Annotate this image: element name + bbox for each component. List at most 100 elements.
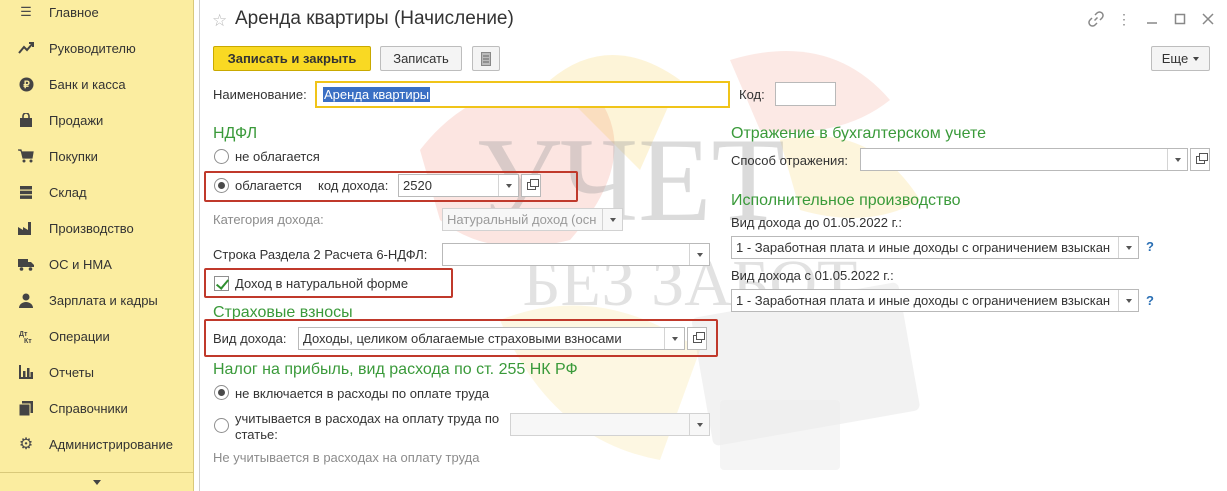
enforcement-after-label: Вид дохода с 01.05.2022 г.: xyxy=(731,268,894,283)
income-category-label: Категория дохода: xyxy=(213,212,324,227)
bag-icon xyxy=(18,112,34,128)
enforcement-before-value: 1 - Заработная плата и иные доходы с огр… xyxy=(736,240,1111,255)
ndfl-not-taxed-radio[interactable] xyxy=(214,149,229,164)
sidebar-item-label: Справочники xyxy=(49,400,128,416)
factory-icon xyxy=(18,220,34,236)
chevron-down-icon[interactable] xyxy=(689,244,709,265)
sidebar-item-manager[interactable]: Руководителю xyxy=(0,30,194,66)
truck-icon xyxy=(18,256,34,272)
sidebar-item-label: Администрирование xyxy=(49,436,173,452)
cart-icon xyxy=(18,148,34,164)
sidebar-item-label: Зарплата и кадры xyxy=(49,292,158,308)
enforcement-before-label: Вид дохода до 01.05.2022 г.: xyxy=(731,215,903,230)
chevron-down-icon xyxy=(1193,56,1200,61)
maximize-icon[interactable] xyxy=(1171,10,1189,28)
chevron-down-icon[interactable] xyxy=(1167,149,1187,170)
code-field[interactable] xyxy=(775,82,836,106)
ndfl-section-title: НДФЛ xyxy=(213,125,258,142)
enforcement-after-value: 1 - Заработная плата и иные доходы с огр… xyxy=(736,293,1111,308)
sidebar-item-label: Склад xyxy=(49,184,87,200)
enforcement-before-field[interactable]: 1 - Заработная плата и иные доходы с огр… xyxy=(731,236,1139,259)
chevron-down-icon xyxy=(602,209,622,230)
name-label: Наименование: xyxy=(213,87,307,102)
sidebar-item-assets[interactable]: ОС и НМА xyxy=(0,246,194,282)
sidebar-item-salary[interactable]: Зарплата и кадры xyxy=(0,282,194,318)
sidebar-item-reports[interactable]: Отчеты xyxy=(0,354,194,390)
ndfl-report-row-label: Строка Раздела 2 Расчета 6-НДФЛ: xyxy=(213,247,428,262)
save-button[interactable]: Записать xyxy=(380,46,462,71)
document-list-icon xyxy=(481,51,491,66)
name-field[interactable]: Аренда квартиры xyxy=(315,81,730,108)
sidebar-item-main[interactable]: ☰ Главное xyxy=(0,0,194,30)
highlight-frame xyxy=(204,319,718,357)
income-category-field: Натуральный доход (осн xyxy=(442,208,623,231)
bar-chart-icon xyxy=(18,364,34,380)
chevron-down-icon[interactable] xyxy=(1118,290,1138,311)
chevron-down-icon xyxy=(93,479,101,485)
link-icon[interactable] xyxy=(1087,10,1105,28)
sidebar-item-label: Руководителю xyxy=(49,40,136,56)
sidebar-item-label: Банк и касса xyxy=(49,76,126,92)
sidebar-item-label: ОС и НМА xyxy=(49,256,112,272)
book-icon xyxy=(18,400,34,416)
menu-icon: ☰ xyxy=(20,4,32,19)
profit-tax-article-field xyxy=(510,413,710,436)
profit-tax-not-included-label: не включается в расходы по оплате труда xyxy=(235,386,490,401)
sidebar-item-label: Отчеты xyxy=(49,364,94,380)
accounting-section-title: Отражение в бухгалтерском учете xyxy=(731,125,986,142)
profit-tax-note: Не учитывается в расходах на оплату труд… xyxy=(213,450,480,465)
form-title: Аренда квартиры (Начисление) xyxy=(235,8,514,29)
sidebar-item-production[interactable]: Производство xyxy=(0,210,194,246)
chart-up-icon xyxy=(18,40,34,56)
sidebar-item-catalogs[interactable]: Справочники xyxy=(0,390,194,426)
highlight-frame xyxy=(204,171,578,202)
enforcement-after-help-icon[interactable]: ? xyxy=(1146,293,1154,308)
svg-text:Кт: Кт xyxy=(24,338,32,344)
accounting-method-field[interactable] xyxy=(860,148,1188,171)
sidebar-scroll-down-button[interactable] xyxy=(0,472,194,491)
sidebar-item-operations[interactable]: Дт Кт Операции xyxy=(0,318,194,354)
save-and-close-button[interactable]: Записать и закрыть xyxy=(213,46,371,71)
svg-text:Дт: Дт xyxy=(19,331,28,338)
window-controls: ⋮ xyxy=(1087,10,1217,28)
close-icon[interactable] xyxy=(1199,10,1217,28)
favorite-star-icon[interactable]: ☆ xyxy=(212,11,227,31)
ruble-icon: ₽ xyxy=(18,76,34,92)
profit-tax-included-radio[interactable] xyxy=(214,418,229,433)
sidebar-item-label: Производство xyxy=(49,220,134,236)
ndfl-not-taxed-label: не облагается xyxy=(235,149,320,164)
chevron-down-icon[interactable] xyxy=(1118,237,1138,258)
sidebar-item-purchases[interactable]: Покупки xyxy=(0,138,194,174)
sidebar-item-admin[interactable]: ⚙ Администрирование xyxy=(0,426,194,462)
accounting-method-label: Способ отражения: xyxy=(731,153,848,168)
sidebar-item-warehouse[interactable]: Склад xyxy=(0,174,194,210)
profit-tax-included-label-line1: учитывается в расходах на оплату труда п… xyxy=(235,411,500,426)
profit-tax-included-label-line2: статье: xyxy=(235,427,278,442)
income-category-value: Натуральный доход (осн xyxy=(447,212,597,227)
gear-icon: ⚙ xyxy=(18,436,34,453)
sidebar: ☰ Главное Руководителю ₽ Банк и касса Пр… xyxy=(0,0,194,491)
sidebar-item-label: Продажи xyxy=(49,112,104,128)
more-actions-icon[interactable]: ⋮ xyxy=(1115,10,1133,28)
ndfl-report-row-field[interactable] xyxy=(442,243,710,266)
form-window: УЧЕТ БЕЗ ЗАБОТ ☆ Аренда квартиры (Начисл… xyxy=(199,0,1227,491)
accounting-method-open-button[interactable] xyxy=(1190,148,1210,171)
profit-tax-section-title: Налог на прибыль, вид расхода по ст. 255… xyxy=(213,361,578,378)
warehouse-icon xyxy=(18,184,34,200)
minimize-icon[interactable] xyxy=(1143,10,1161,28)
open-icon xyxy=(1195,152,1208,164)
enforcement-after-field[interactable]: 1 - Заработная плата и иные доходы с огр… xyxy=(731,289,1139,312)
chevron-down-icon xyxy=(689,414,709,435)
more-button-label: Еще xyxy=(1161,51,1189,66)
more-button[interactable]: Еще xyxy=(1151,46,1210,71)
sidebar-item-label: Покупки xyxy=(49,148,98,164)
person-icon xyxy=(18,292,34,308)
sidebar-item-sales[interactable]: Продажи xyxy=(0,102,194,138)
sidebar-item-label: Главное xyxy=(49,4,99,20)
sidebar-item-label: Операции xyxy=(49,328,110,344)
report-button[interactable] xyxy=(472,46,500,71)
debit-credit-icon: Дт Кт xyxy=(18,328,34,344)
sidebar-item-bank[interactable]: ₽ Банк и касса xyxy=(0,66,194,102)
enforcement-before-help-icon[interactable]: ? xyxy=(1146,239,1154,254)
profit-tax-not-included-radio[interactable] xyxy=(214,385,229,400)
